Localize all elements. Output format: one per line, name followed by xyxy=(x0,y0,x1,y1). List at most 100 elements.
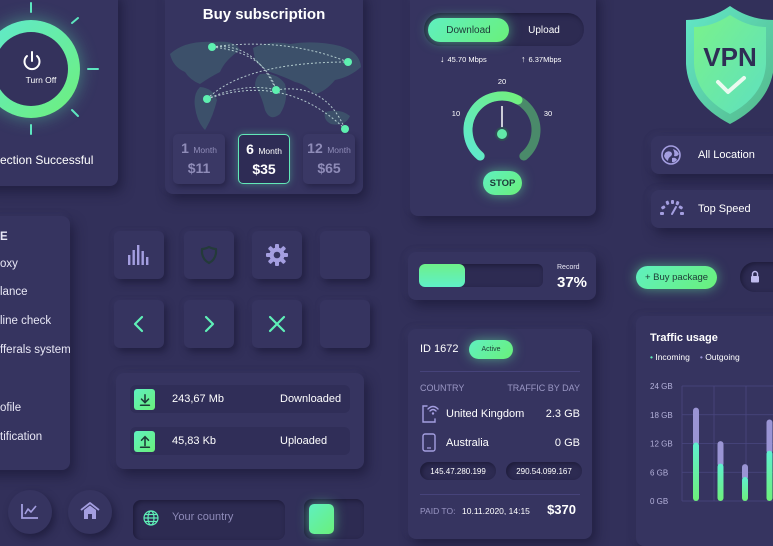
gauge-value-arc xyxy=(463,91,523,161)
protection-button[interactable] xyxy=(184,231,234,279)
close-icon xyxy=(268,315,286,333)
upload-icon xyxy=(139,435,150,448)
arrow-down-icon: ↓ xyxy=(440,54,445,64)
plan-price: $65 xyxy=(317,160,341,176)
speedometer-icon xyxy=(660,200,684,215)
bar-outgoing xyxy=(693,407,699,446)
option-top-speed-label: Top Speed xyxy=(698,203,751,215)
country-input[interactable]: Your country xyxy=(133,500,285,540)
home-icon xyxy=(80,502,100,519)
ip-address-chip: 290.54.099.167 xyxy=(506,462,582,480)
column-country: COUNTRY xyxy=(420,383,465,393)
lock-icon xyxy=(751,270,759,283)
menu-item[interactable]: tification xyxy=(0,431,42,443)
chart-legend: • Incoming • Outgoing xyxy=(650,352,740,362)
upload-badge xyxy=(134,431,155,452)
bar-incoming xyxy=(742,477,748,501)
menu-item[interactable]: oxy xyxy=(0,258,18,270)
divider xyxy=(420,371,580,372)
close-button[interactable] xyxy=(252,300,302,348)
gear-icon xyxy=(266,244,288,266)
home-button[interactable] xyxy=(68,490,112,534)
arrow-up-icon: ↑ xyxy=(521,54,526,64)
settings-button[interactable] xyxy=(252,231,302,279)
tab-upload[interactable]: Upload xyxy=(509,18,579,42)
subscription-title: Buy subscription xyxy=(202,6,326,23)
tablet-icon xyxy=(422,433,436,452)
tab-upload-label: Upload xyxy=(528,24,560,36)
country-input-placeholder: Your country xyxy=(172,511,234,523)
transfer-row: 243,67 Mb Downloaded xyxy=(130,385,350,413)
menu-item[interactable]: E xyxy=(0,231,8,243)
blank-tile[interactable] xyxy=(320,300,370,348)
lock-toggle[interactable] xyxy=(740,262,773,292)
session-row-country: United Kingdom xyxy=(446,408,525,420)
session-row-traffic: 0 GB xyxy=(554,437,580,449)
vpn-text: VPN xyxy=(703,42,756,72)
download-icon xyxy=(139,393,150,406)
plan-card[interactable]: 12 Month $65 xyxy=(303,134,355,184)
paid-label: PAID TO: xyxy=(420,506,456,516)
plan-price: $11 xyxy=(187,160,211,176)
y-tick-label: 6 GB xyxy=(650,468,668,477)
toggle-switch[interactable] xyxy=(304,499,364,539)
stats-button[interactable] xyxy=(114,231,164,279)
plan-card[interactable]: 1 Month $11 xyxy=(173,134,225,184)
y-tick-label: 0 GB xyxy=(650,497,668,506)
y-tick-label: 18 GB xyxy=(650,411,673,420)
plan-duration: 12 Month xyxy=(307,140,351,156)
bar-incoming xyxy=(766,450,773,501)
chevron-left-icon xyxy=(133,315,144,333)
y-tick-label: 24 GB xyxy=(650,382,673,391)
session-id: ID 1672 xyxy=(420,343,459,355)
option-all-location[interactable]: All Location xyxy=(651,136,773,174)
plan-price: $35 xyxy=(252,161,276,177)
power-icon xyxy=(23,51,41,71)
shield-icon xyxy=(200,245,218,265)
gauge-tick-label: 20 xyxy=(498,77,506,86)
world-map xyxy=(170,41,361,133)
previous-button[interactable] xyxy=(114,300,164,348)
gauge-tick-label: 10 xyxy=(452,109,460,118)
menu-item[interactable]: ofile xyxy=(0,402,21,414)
legend-incoming: • Incoming xyxy=(650,352,690,362)
upload-rate: ↑ 6.37Mbps xyxy=(521,54,562,64)
download-rate: ↓ 45.70 Mbps xyxy=(440,54,487,64)
tab-download[interactable]: Download xyxy=(428,18,509,42)
session-amount: $370 xyxy=(547,502,576,517)
transfer-label: Downloaded xyxy=(280,393,342,405)
vpn-shield-icon: VPN xyxy=(686,6,773,124)
menu-item[interactable]: fferals system xyxy=(0,344,71,356)
buy-package-button[interactable]: + Buy package xyxy=(636,266,717,289)
blank-tile[interactable] xyxy=(320,231,370,279)
transfer-row: 45,83 Kb Uploaded xyxy=(130,427,350,455)
analytics-button[interactable] xyxy=(8,490,52,534)
menu-item[interactable]: lance xyxy=(0,286,28,298)
option-top-speed[interactable]: Top Speed xyxy=(651,190,773,228)
transfer-value: 45,83 Kb xyxy=(172,435,217,447)
gauge-tick-label: 30 xyxy=(544,109,552,118)
y-tick-label: 12 GB xyxy=(650,440,673,449)
bar-outgoing xyxy=(717,441,724,467)
line-chart-icon xyxy=(21,504,38,519)
globe-icon xyxy=(661,145,681,165)
chevron-right-icon xyxy=(204,315,215,333)
bar-outgoing xyxy=(766,419,773,454)
status-badge: Active xyxy=(469,340,513,359)
transfer-label: Uploaded xyxy=(280,435,328,447)
next-button[interactable] xyxy=(184,300,234,348)
traffic-bar-chart: 24 GB 18 GB 12 GB 6 GB 0 GB xyxy=(650,382,773,506)
bar-incoming xyxy=(717,463,724,501)
stop-button[interactable]: STOP xyxy=(483,171,522,195)
record-progress-fill xyxy=(419,264,465,287)
menu-item[interactable]: line check xyxy=(0,315,51,327)
power-label: Turn Off xyxy=(25,75,57,85)
bar-incoming xyxy=(693,442,699,501)
record-value: 37% xyxy=(557,274,588,291)
plan-card[interactable]: 6 Month $35 xyxy=(238,134,290,184)
speed-gauge: 010203040 xyxy=(452,77,552,161)
connection-status: ection Successful xyxy=(0,153,94,167)
tab-download-label: Download xyxy=(446,24,491,36)
toggle-knob xyxy=(309,504,334,534)
gauge-hub xyxy=(495,127,509,141)
